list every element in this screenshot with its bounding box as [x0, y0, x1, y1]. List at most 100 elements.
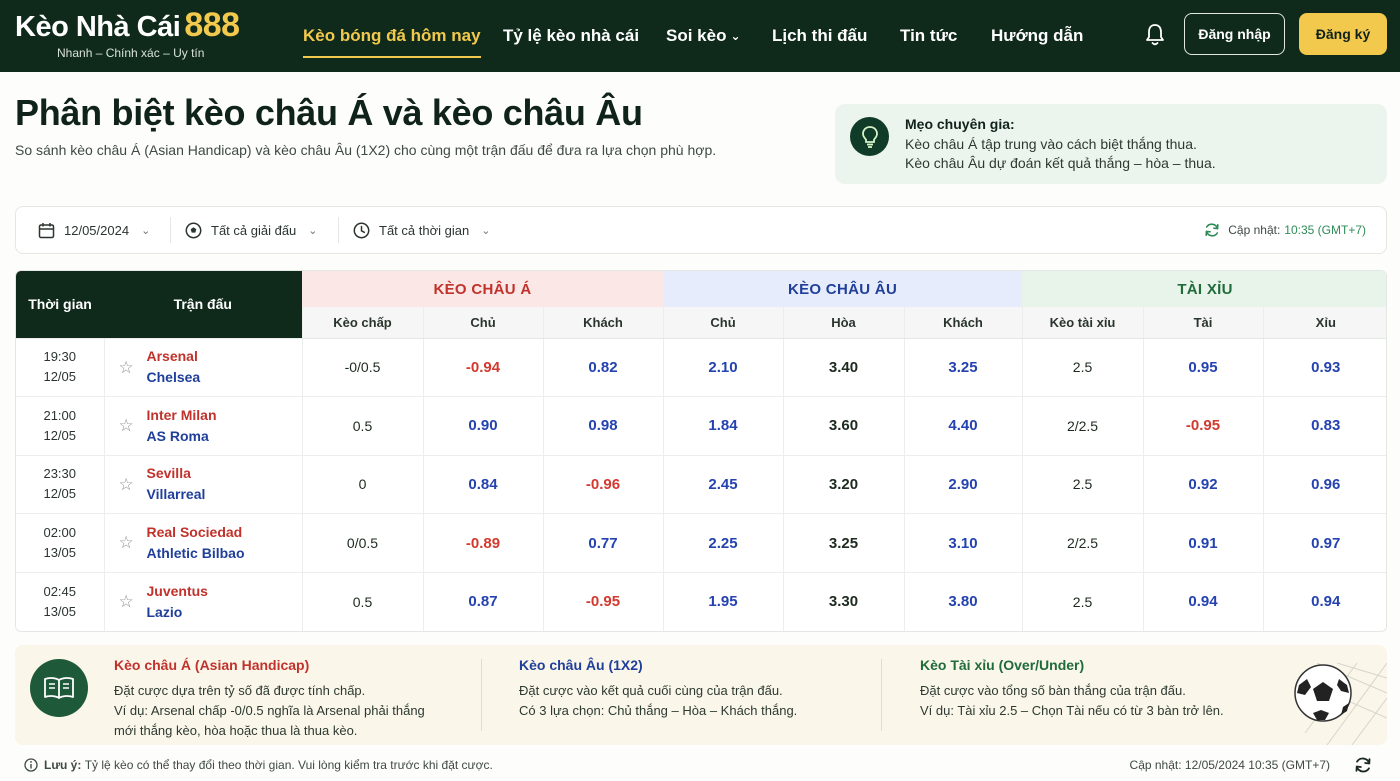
- eu-draw-odds[interactable]: 3.25: [782, 513, 904, 573]
- eu-home-odds[interactable]: 2.25: [662, 513, 783, 573]
- info-line: Đặt cược vào tổng số bàn thắng của trận …: [920, 683, 1186, 698]
- eu-draw-odds[interactable]: 3.30: [782, 571, 904, 631]
- under-odds[interactable]: 0.93: [1262, 337, 1386, 397]
- info-over-under: Kèo Tài xỉu (Over/Under) Đặt cược vào tổ…: [920, 657, 1224, 721]
- nav-item-soi-keo[interactable]: Soi kèo ⌄: [666, 0, 741, 72]
- ah-home-odds[interactable]: 0.90: [422, 396, 543, 456]
- away-team[interactable]: AS Roma: [147, 426, 302, 447]
- eu-away-odds[interactable]: 3.25: [903, 337, 1023, 397]
- eu-draw-odds[interactable]: 3.60: [782, 396, 904, 456]
- table-row[interactable]: 21:00 12/05 ☆ Inter Milan AS Roma 0.5 0.90 …: [16, 396, 1386, 456]
- subheader-eu-draw: Hòa: [782, 307, 904, 339]
- info-european-title: Kèo châu Âu (1X2): [519, 657, 643, 673]
- match-time-cell: 19:30 12/05: [16, 337, 104, 397]
- under-odds[interactable]: 0.97: [1262, 513, 1386, 573]
- home-team[interactable]: Arsenal: [147, 346, 302, 367]
- header-asian-handicap: KÈO CHÂU Á: [302, 271, 663, 307]
- star-icon[interactable]: ☆: [119, 592, 134, 612]
- ah-home-odds[interactable]: -0.94: [422, 337, 543, 397]
- nav-item-huong-dan[interactable]: Hướng dẫn: [991, 0, 1083, 72]
- ah-home-odds[interactable]: 0.87: [422, 571, 543, 631]
- bell-icon[interactable]: [1143, 22, 1167, 48]
- footer-update: Cập nhật: 12/05/2024 10:35 (GMT+7): [1129, 758, 1330, 772]
- info-european: Kèo châu Âu (1X2) Đặt cược vào kết quả c…: [519, 657, 797, 721]
- away-team[interactable]: Villarreal: [147, 484, 302, 505]
- home-team[interactable]: Sevilla: [147, 463, 302, 484]
- eu-draw-odds[interactable]: 3.20: [782, 454, 904, 514]
- info-asian-text: Đặt cược dựa trên tỷ số đã được tính chấ…: [114, 681, 425, 741]
- table-row[interactable]: 02:45 13/05 ☆ Juventus Lazio 0.5 0.87 -0.95…: [16, 571, 1386, 631]
- eu-away-odds[interactable]: 4.40: [903, 396, 1023, 456]
- star-icon[interactable]: ☆: [119, 358, 134, 378]
- nav-item-keo-hom-nay[interactable]: Kèo bóng đá hôm nay: [303, 0, 481, 72]
- ah-away-odds[interactable]: 0.82: [542, 337, 663, 397]
- eu-draw-odds[interactable]: 3.40: [782, 337, 904, 397]
- eu-away-odds[interactable]: 2.90: [903, 454, 1023, 514]
- eu-home-odds[interactable]: 1.95: [662, 571, 783, 631]
- tip-title: Mẹo chuyên gia:: [905, 116, 1015, 132]
- match-time: 02:45: [43, 583, 77, 599]
- under-odds[interactable]: 0.94: [1262, 571, 1386, 631]
- match-cell[interactable]: ☆ Juventus Lazio: [103, 571, 302, 631]
- table-row[interactable]: 02:00 13/05 ☆ Real Sociedad Athletic Bilbao…: [16, 513, 1386, 573]
- under-odds[interactable]: 0.83: [1262, 396, 1386, 456]
- header-european-odds: KÈO CHÂU ÂU: [663, 271, 1023, 307]
- home-team[interactable]: Juventus: [147, 581, 302, 602]
- home-team[interactable]: Real Sociedad: [147, 522, 302, 543]
- away-team[interactable]: Lazio: [147, 602, 302, 623]
- over-odds[interactable]: -0.95: [1142, 396, 1264, 456]
- ah-away-odds[interactable]: -0.96: [542, 454, 663, 514]
- over-odds[interactable]: 0.95: [1142, 337, 1264, 397]
- eu-away-odds[interactable]: 3.80: [903, 571, 1023, 631]
- eu-home-odds[interactable]: 2.10: [662, 337, 783, 397]
- match-date: 13/05: [43, 545, 77, 561]
- under-odds[interactable]: 0.96: [1262, 454, 1386, 514]
- subheader-handicap: Kèo chấp: [301, 307, 423, 339]
- match-cell[interactable]: ☆ Arsenal Chelsea: [103, 337, 302, 397]
- match-cell[interactable]: ☆ Real Sociedad Athletic Bilbao: [103, 513, 302, 573]
- eu-home-odds[interactable]: 1.84: [662, 396, 783, 456]
- update-label: Cập nhật:: [1228, 223, 1281, 237]
- ou-line-cell: 2/2.5: [1021, 396, 1144, 456]
- refresh-icon[interactable]: [1204, 222, 1220, 238]
- book-icon: [30, 659, 88, 717]
- info-over-under-title: Kèo Tài xỉu (Over/Under): [920, 657, 1085, 673]
- away-team[interactable]: Chelsea: [147, 367, 302, 388]
- star-icon[interactable]: ☆: [119, 475, 134, 495]
- eu-home-odds[interactable]: 2.45: [662, 454, 783, 514]
- match-date: 12/05: [43, 369, 77, 385]
- ah-away-odds[interactable]: 0.77: [542, 513, 663, 573]
- ah-away-odds[interactable]: -0.95: [542, 571, 663, 631]
- over-odds[interactable]: 0.92: [1142, 454, 1264, 514]
- nav-item-lich-thi-dau[interactable]: Lịch thi đấu: [772, 0, 867, 72]
- nav-item-ty-le-keo[interactable]: Tỷ lệ kèo nhà cái: [503, 0, 639, 72]
- table-row[interactable]: 23:30 12/05 ☆ Sevilla Villarreal 0 0.84 -0.…: [16, 454, 1386, 514]
- league-filter[interactable]: Tất cả giải đấu ⌄: [185, 207, 318, 253]
- match-cell[interactable]: ☆ Inter Milan AS Roma: [103, 396, 302, 456]
- site-logo[interactable]: Kèo Nhà Cái 888 Nhanh – Chính xác – Uy tí…: [15, 6, 240, 60]
- star-icon[interactable]: ☆: [119, 533, 134, 553]
- over-odds[interactable]: 0.91: [1142, 513, 1264, 573]
- login-button[interactable]: Đăng nhập: [1184, 13, 1285, 55]
- time-filter[interactable]: Tất cả thời gian ⌄: [353, 207, 490, 253]
- table-row[interactable]: 19:30 12/05 ☆ Arsenal Chelsea -0/0.5 -0.94 …: [16, 337, 1386, 397]
- ah-away-odds[interactable]: 0.98: [542, 396, 663, 456]
- refresh-icon[interactable]: [1354, 756, 1372, 774]
- info-european-text: Đặt cược vào kết quả cuối cùng của trận …: [519, 681, 797, 721]
- ah-home-odds[interactable]: -0.89: [422, 513, 543, 573]
- register-button[interactable]: Đăng ký: [1299, 13, 1387, 55]
- away-team[interactable]: Athletic Bilbao: [147, 543, 302, 564]
- eu-away-odds[interactable]: 3.10: [903, 513, 1023, 573]
- handicap-cell: -0/0.5: [301, 337, 423, 397]
- info-line: Có 3 lựa chọn: Chủ thắng – Hòa – Khách t…: [519, 703, 798, 718]
- over-odds[interactable]: 0.94: [1142, 571, 1264, 631]
- match-cell[interactable]: ☆ Sevilla Villarreal: [103, 454, 302, 514]
- home-team[interactable]: Inter Milan: [147, 405, 302, 426]
- match-date: 12/05: [43, 427, 77, 443]
- date-filter[interactable]: 12/05/2024 ⌄: [38, 207, 150, 253]
- filter-divider: [338, 217, 339, 243]
- odds-table: Thời gian Trận đấu KÈO CHÂU Á KÈO CHÂU Â…: [15, 270, 1387, 632]
- star-icon[interactable]: ☆: [119, 416, 134, 436]
- nav-item-tin-tuc[interactable]: Tin tức: [900, 0, 957, 72]
- ah-home-odds[interactable]: 0.84: [422, 454, 543, 514]
